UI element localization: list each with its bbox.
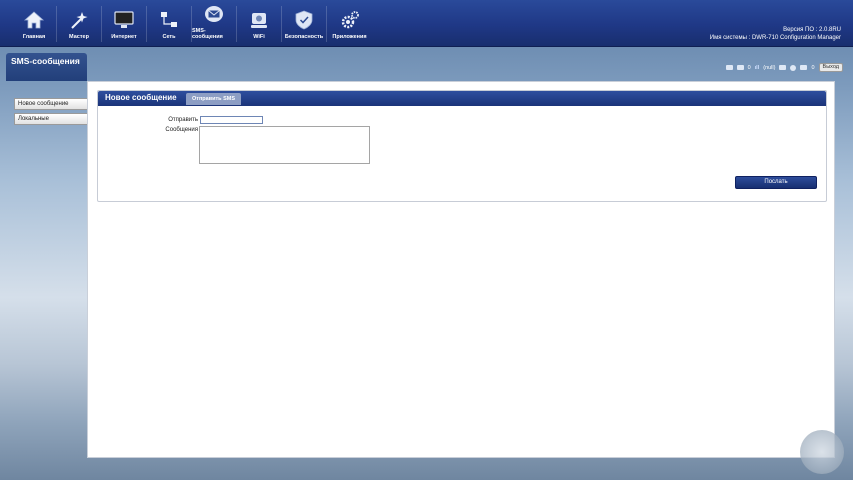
monitor-icon — [113, 9, 135, 31]
nav-applications-label: Приложения — [332, 34, 367, 40]
nav-internet[interactable]: Интернет — [102, 6, 147, 42]
nav-network[interactable]: Сеть — [147, 6, 192, 42]
nav-security-label: Безопасность — [284, 34, 324, 40]
sidebar-item-local[interactable]: Локальные — [14, 113, 90, 125]
home-icon — [23, 9, 45, 31]
recipient-label: Отправить — [168, 117, 198, 123]
new-message-panel: Новое сообщение Отправить SMS Отправить … — [97, 90, 827, 202]
status-bar: 0 ıll (null) 0 Выход — [725, 63, 843, 72]
nav-wifi[interactable]: WiFi — [237, 6, 282, 42]
recipient-input[interactable] — [200, 116, 263, 124]
sidebar-title: SMS-сообщения — [6, 53, 87, 81]
panel-title: Новое сообщение — [105, 93, 177, 102]
nav-applications[interactable]: Приложения — [327, 6, 372, 42]
top-navigation-bar: Главная Мастер Интернет Сеть SMS-сообщен… — [0, 0, 853, 47]
watermark-logo — [800, 430, 844, 474]
message-textarea[interactable] — [199, 126, 370, 164]
wizard-icon — [68, 9, 90, 31]
message-label: Сообщения — [165, 127, 198, 133]
shield-icon — [293, 9, 315, 31]
send-button[interactable]: Послать — [735, 176, 817, 189]
sms-status-icon — [725, 65, 733, 70]
network-icon — [158, 9, 180, 31]
connection-icon — [779, 65, 787, 70]
sidebar-item-new-message[interactable]: Новое сообщение — [14, 98, 90, 110]
main-menu: Главная Мастер Интернет Сеть SMS-сообщен… — [12, 6, 372, 42]
sms-count: 0 — [747, 64, 751, 71]
nav-sms-label: SMS-сообщения — [192, 28, 223, 40]
signal-icon: ıll — [754, 64, 760, 71]
globe-icon — [790, 64, 797, 71]
nav-internet-label: Интернет — [111, 34, 137, 40]
signal-status: (null) — [763, 64, 776, 71]
gears-icon — [339, 9, 361, 31]
nav-sms[interactable]: SMS-сообщения — [192, 6, 237, 42]
tab-send-sms[interactable]: Отправить SMS — [186, 93, 241, 105]
nav-network-label: Сеть — [162, 34, 176, 40]
envelope-icon — [203, 3, 225, 25]
nav-wifi-label: WiFi — [253, 34, 265, 40]
nav-home[interactable]: Главная — [12, 6, 57, 42]
logout-button[interactable]: Выход — [818, 63, 843, 72]
nav-home-label: Главная — [22, 34, 46, 40]
panel-header: Новое сообщение Отправить SMS — [98, 91, 826, 106]
sidebar-menu: Новое сообщение Локальные — [14, 98, 90, 128]
nav-wizard-label: Мастер — [69, 34, 89, 40]
wifi-router-icon — [248, 9, 270, 31]
firmware-info: Версия ПО : 2.0.8RU Имя системы : DWR-71… — [710, 26, 841, 42]
firmware-version: Версия ПО : 2.0.8RU — [783, 27, 841, 33]
nav-wizard[interactable]: Мастер — [57, 6, 102, 42]
content-area: Новое сообщение Отправить SMS Отправить … — [87, 81, 835, 458]
system-name: Имя системы : DWR-710 Configuration Mana… — [709, 35, 841, 41]
nav-security[interactable]: Безопасность — [282, 6, 327, 42]
mail-status-icon — [736, 65, 744, 70]
message-status-icon — [800, 65, 808, 70]
message-count: 0 — [811, 64, 815, 71]
